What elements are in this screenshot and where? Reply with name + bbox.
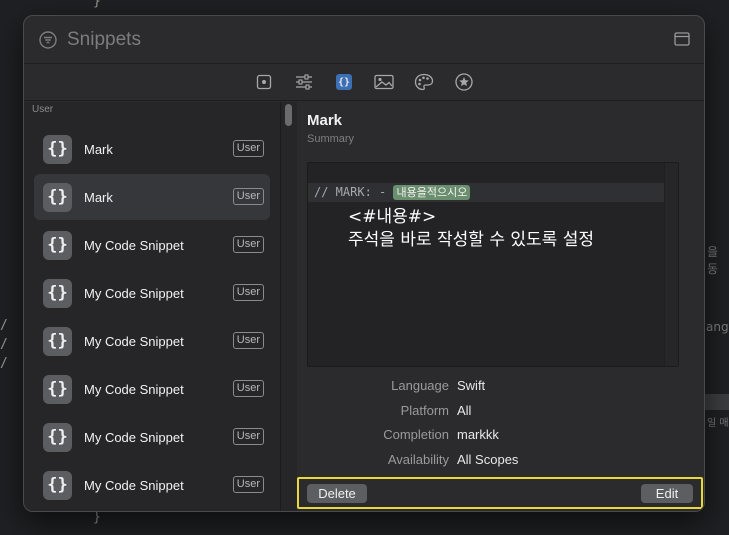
bg-slash-3: / (0, 356, 8, 371)
tab-file[interactable] (244, 70, 284, 94)
bg-brace-bottom: } (93, 510, 101, 525)
snippet-item[interactable]: {} My Code Snippet User (34, 366, 270, 412)
snippets-window: Snippets {} User {} Mark User {} Mark Us… (23, 15, 705, 512)
snippet-item-label: My Code Snippet (84, 381, 184, 397)
user-badge: User (232, 476, 264, 493)
property-key: Platform (400, 402, 449, 418)
delete-button[interactable]: Delete (307, 484, 367, 503)
property-row-availability: Availability All Scopes (297, 452, 697, 477)
properties-list: Language Swift Platform All Completion m… (297, 378, 697, 476)
property-value: Swift (457, 378, 486, 393)
bg-brace-top: } (93, 0, 101, 9)
curly-braces-icon: {} (43, 326, 72, 356)
snippet-item[interactable]: {} My Code Snippet User (34, 462, 270, 508)
property-row-platform: Platform All (297, 403, 697, 428)
action-bar-highlight: Delete Edit (297, 477, 703, 509)
code-placeholder-token[interactable]: 내용을적으시오 (393, 185, 471, 200)
curly-braces-icon: {} (43, 278, 72, 308)
tab-favorites[interactable] (444, 70, 484, 94)
curly-braces-icon: {} (43, 134, 72, 164)
snippet-item-mark-selected[interactable]: {} Mark User (34, 174, 270, 220)
curly-braces-icon: {} (43, 230, 72, 260)
palette-icon (414, 73, 434, 91)
user-badge: User (232, 380, 264, 397)
bg-slash-2: / (0, 337, 8, 352)
annotation-line-1: <#내용#> (348, 207, 437, 227)
property-value: All Scopes (457, 451, 519, 467)
property-key: Language (391, 378, 449, 393)
filter-circle-icon[interactable] (38, 30, 58, 50)
code-editor[interactable]: // MARK: - 내용을적으시오 <#내용#> 주석을 바로 작성할 수 있… (307, 162, 679, 367)
tab-snippets[interactable]: {} (324, 70, 364, 94)
tab-media[interactable] (364, 70, 404, 94)
inspector-toolbar: {} (24, 64, 704, 101)
curly-braces-icon: {} (43, 422, 72, 452)
code-annotation: <#내용#> 주석을 바로 작성할 수 있도록 설정 (348, 206, 594, 252)
property-key: Completion (383, 427, 449, 442)
bg-slash-1: / (0, 318, 8, 333)
bg-fragment-1: 을 동 (707, 245, 719, 276)
curly-braces-icon: {} (336, 74, 352, 90)
property-row-completion: Completion markkk (297, 427, 697, 452)
snippet-summary: Summary (307, 133, 355, 145)
property-row-language: Language Swift (297, 378, 697, 403)
bg-fragment-2: ange (706, 320, 729, 334)
property-key: Availability (387, 451, 449, 467)
snippet-item[interactable]: {} My Code Snippet User (34, 222, 270, 268)
snippet-item[interactable]: {} My Code Snippet User (34, 270, 270, 316)
snippet-item-label: My Code Snippet (84, 477, 184, 493)
sidebar-toggle-icon[interactable] (674, 31, 690, 47)
title-bar: Snippets (24, 16, 704, 64)
snippet-item-label: My Code Snippet (84, 333, 184, 349)
snippet-item-mark[interactable]: {} Mark User (34, 126, 270, 172)
bg-fragment-3: 일 매 (707, 418, 729, 429)
snippet-detail: Mark Summary // MARK: - 내용을적으시오 <#내용#> 주… (297, 102, 704, 511)
sidebar-scrollbar-thumb[interactable] (285, 104, 292, 126)
code-line-1: // MARK: - 내용을적으시오 (308, 183, 678, 202)
window-title: Snippets (67, 28, 141, 50)
snippet-item-label: My Code Snippet (84, 237, 184, 253)
property-value: markkk (457, 427, 499, 442)
snippet-sidebar: User {} Mark User {} Mark User {} My Cod… (24, 102, 281, 511)
sliders-icon (296, 74, 312, 90)
tab-colors[interactable] (404, 70, 444, 94)
bg-bar (704, 394, 729, 410)
curly-braces-icon: {} (43, 182, 72, 212)
user-badge: User (232, 428, 264, 445)
curly-braces-icon: {} (43, 374, 72, 404)
star-circle-icon (455, 73, 473, 91)
snippet-list: {} Mark User {} Mark User {} My Code Sni… (24, 118, 280, 508)
sidebar-scrollbar-track[interactable] (281, 102, 297, 511)
user-badge: User (232, 332, 264, 349)
user-badge: User (232, 140, 264, 157)
tab-attributes[interactable] (284, 70, 324, 94)
snippet-title: Mark (307, 112, 343, 129)
edit-button[interactable]: Edit (641, 484, 693, 503)
image-icon (374, 74, 394, 90)
snippet-item[interactable]: {} My Code Snippet User (34, 414, 270, 460)
user-badge: User (232, 236, 264, 253)
square-dot-icon (256, 74, 272, 90)
user-badge: User (232, 188, 264, 205)
snippet-item-label: Mark (84, 141, 113, 157)
snippet-item-label: Mark (84, 189, 113, 205)
code-scrollbar[interactable] (664, 163, 678, 366)
section-header-user: User (32, 104, 54, 115)
user-badge: User (232, 284, 264, 301)
snippet-item[interactable]: {} My Code Snippet User (34, 318, 270, 364)
property-value: All (457, 402, 472, 418)
curly-braces-icon: {} (43, 470, 72, 500)
code-prefix: // MARK: - (314, 185, 394, 199)
snippet-item-label: My Code Snippet (84, 429, 184, 445)
annotation-line-2: 주석을 바로 작성할 수 있도록 설정 (348, 230, 594, 250)
snippet-item-label: My Code Snippet (84, 285, 184, 301)
